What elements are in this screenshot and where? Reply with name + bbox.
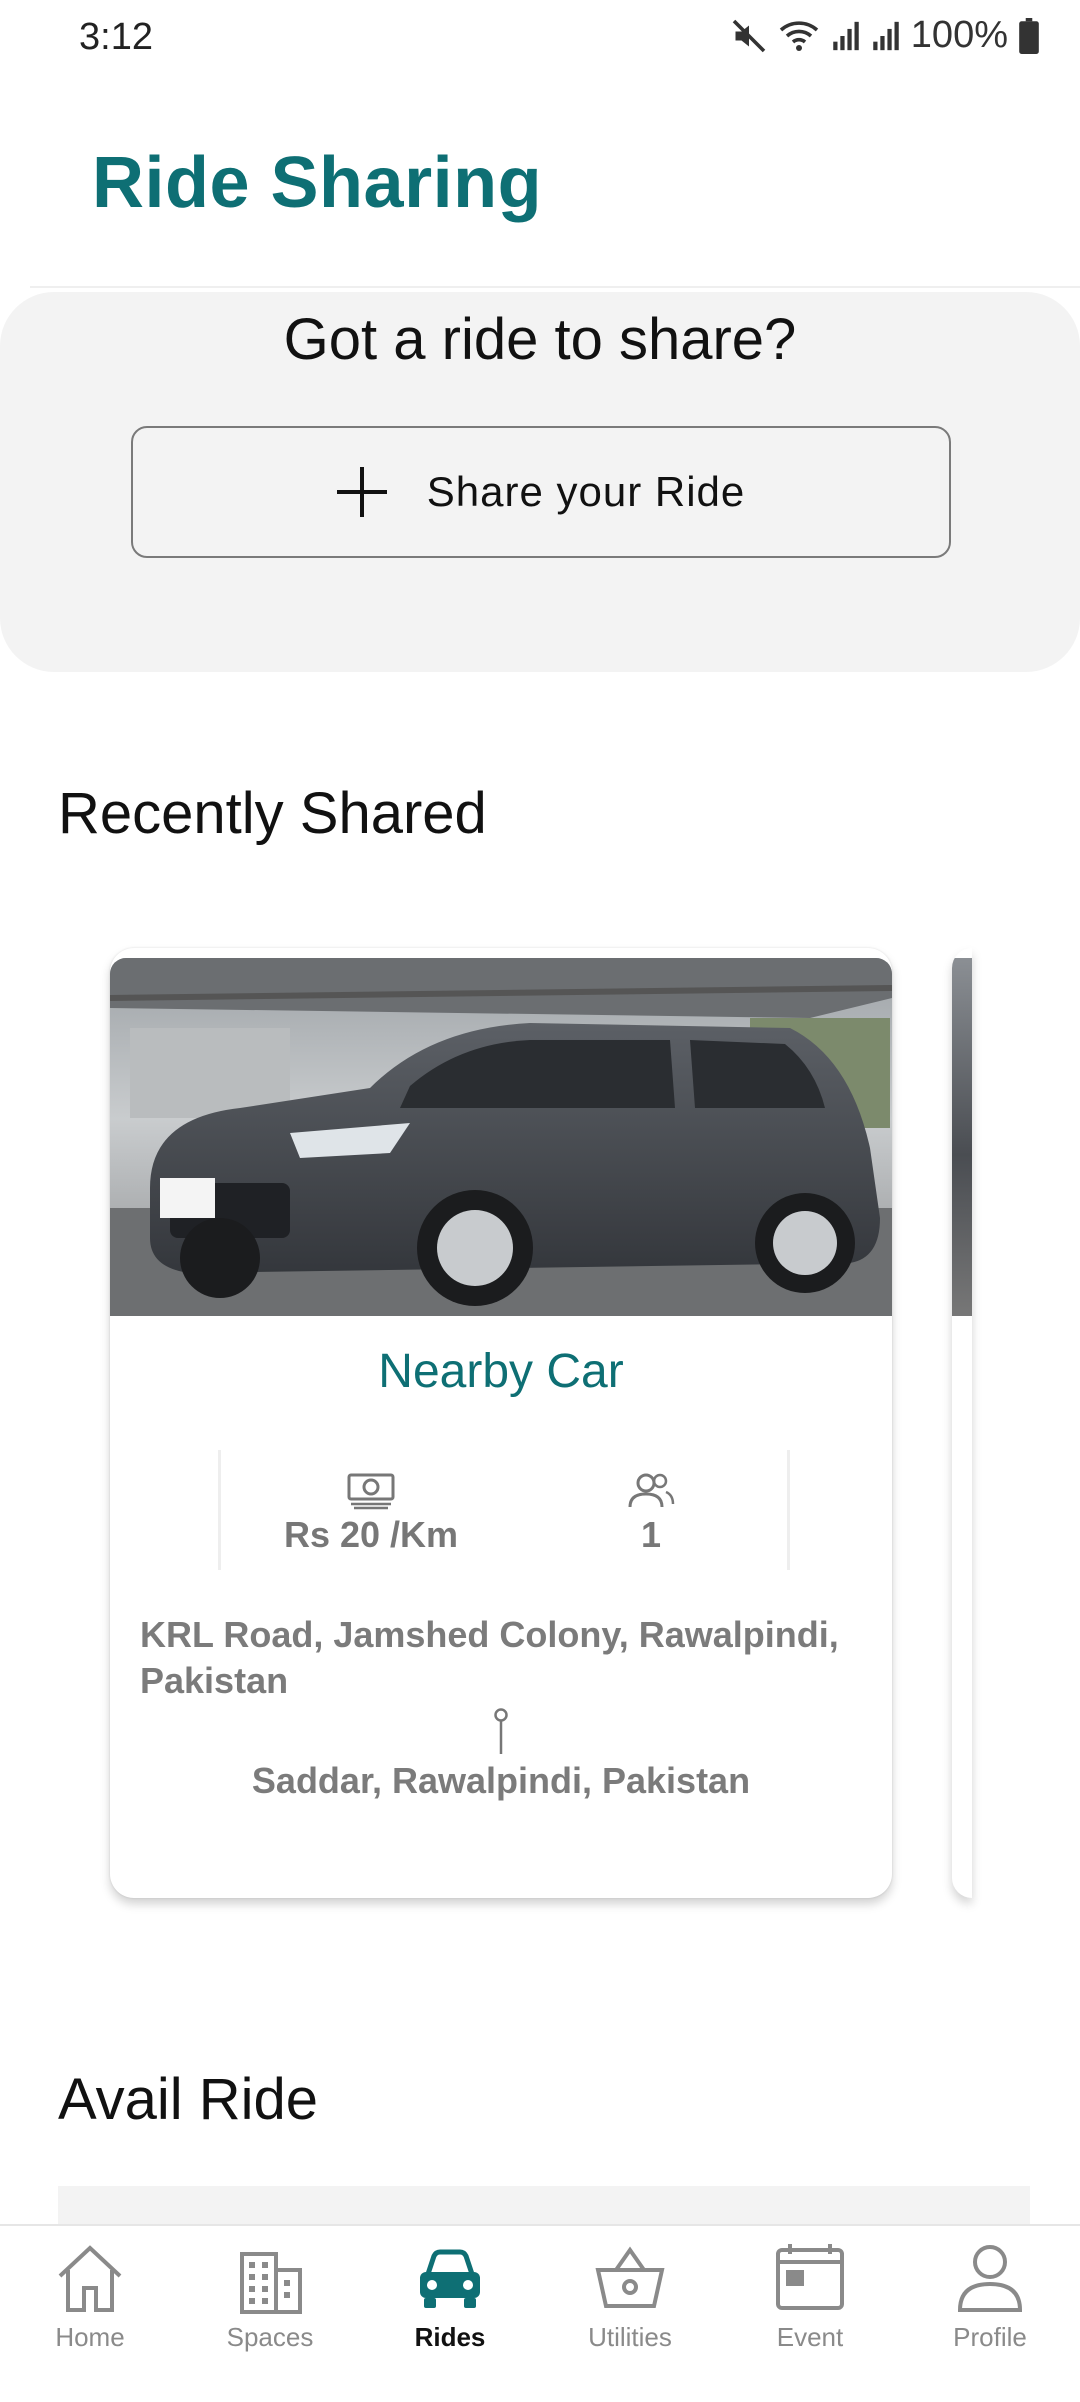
car-image <box>110 958 892 1316</box>
seats-stat: 1 <box>551 1450 751 1556</box>
nav-home[interactable]: Home <box>10 2240 170 2353</box>
ride-card[interactable]: Nearby Car Rs 20 /Km 1 KRL Road, Jamshed… <box>110 948 892 1898</box>
next-ride-card[interactable] <box>952 948 972 1898</box>
building-icon <box>240 2252 302 2314</box>
nav-utilities-label: Utilities <box>588 2322 672 2352</box>
nav-event[interactable]: Event <box>730 2240 890 2353</box>
route-pin-icon <box>494 1708 508 1754</box>
nav-spaces[interactable]: Spaces <box>190 2240 350 2353</box>
nav-utilities[interactable]: Utilities <box>550 2240 710 2353</box>
mute-icon <box>732 19 766 52</box>
share-heading: Got a ride to share? <box>283 307 797 372</box>
calendar-icon <box>776 2244 844 2310</box>
ride-stats: Rs 20 /Km 1 <box>218 1450 790 1570</box>
header-divider <box>30 286 1080 288</box>
seats-value: 1 <box>640 1514 662 1555</box>
nav-home-label: Home <box>55 2322 125 2352</box>
ride-title: Nearby Car <box>378 1345 624 1398</box>
pickup-location: KRL Road, Jamshed Colony, Rawalpindi, Pa… <box>140 1614 839 1701</box>
recently-shared-title: Recently Shared <box>58 781 487 846</box>
avail-ride-list <box>58 2186 1030 2226</box>
bottom-nav: Home Spaces Rides Utilities Event Profil… <box>0 2224 1080 2402</box>
signal-icon <box>833 21 859 50</box>
nav-profile[interactable]: Profile <box>910 2240 1070 2353</box>
dropoff-location: Saddar, Rawalpindi, Pakistan <box>251 1760 751 1801</box>
plus-icon <box>336 467 387 517</box>
status-bar: 3:12 100% <box>0 0 1080 78</box>
battery-percent: 100% <box>910 14 1008 56</box>
nav-rides[interactable]: Rides <box>370 2240 530 2353</box>
status-time: 3:12 <box>79 16 153 58</box>
share-ride-button[interactable]: Share your Ride <box>131 426 951 558</box>
person-icon <box>957 2245 1023 2312</box>
avail-ride-title: Avail Ride <box>58 2067 319 2132</box>
battery-icon <box>1019 17 1039 54</box>
nav-event-label: Event <box>776 2322 844 2352</box>
price-value: Rs 20 /Km <box>283 1514 459 1555</box>
nav-rides-label: Rides <box>414 2322 486 2352</box>
signal-icon <box>873 21 899 50</box>
home-icon <box>58 2245 122 2312</box>
next-car-image <box>952 958 972 1316</box>
page-title: Ride Sharing <box>92 143 543 223</box>
wifi-icon <box>779 20 818 51</box>
nav-spaces-label: Spaces <box>226 2322 314 2352</box>
people-icon <box>628 1473 675 1508</box>
share-ride-label: Share your Ride <box>426 468 746 515</box>
basket-icon <box>595 2246 665 2308</box>
money-icon <box>347 1473 395 1510</box>
car-icon <box>420 2249 480 2308</box>
nav-profile-label: Profile <box>953 2322 1027 2352</box>
price-stat: Rs 20 /Km <box>271 1450 471 1556</box>
status-icons: 100% <box>731 14 1040 57</box>
